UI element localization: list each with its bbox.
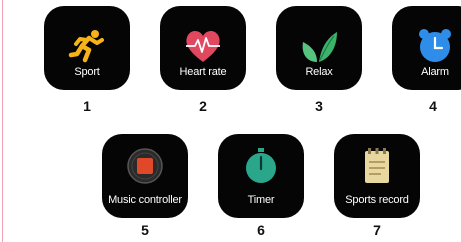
alarm-clock-icon [419, 29, 451, 62]
app-tile-music-controller[interactable]: Music controller [102, 134, 188, 218]
app-tile-timer[interactable]: Timer [218, 134, 304, 218]
app-tile-alarm[interactable]: Alarm [392, 6, 461, 90]
app-label: Heart rate [179, 66, 227, 78]
app-label: Timer [247, 194, 275, 206]
app-number: 3 [315, 98, 323, 114]
leaves-icon [302, 32, 337, 62]
app-tile-heart-rate[interactable]: Heart rate [160, 6, 246, 90]
app-label: Alarm [421, 66, 449, 78]
app-label: Music controller [108, 194, 182, 206]
app-number: 7 [373, 222, 381, 238]
notepad-icon [365, 148, 389, 183]
app-tile-relax[interactable]: Relax [276, 6, 362, 90]
stopwatch-icon [246, 148, 276, 183]
running-person-icon [68, 30, 104, 63]
app-label: Sports record [345, 194, 409, 206]
app-tile-sports-record[interactable]: Sports record [334, 134, 420, 218]
app-number: 1 [83, 98, 91, 114]
app-tile-sport[interactable]: Sport [44, 6, 130, 90]
app-number: 6 [257, 222, 265, 238]
app-label: Sport [74, 66, 100, 78]
app-number: 2 [199, 98, 207, 114]
music-disc-icon [127, 148, 163, 184]
page-margin-line [2, 0, 3, 242]
heart-ecg-icon [186, 30, 220, 62]
app-number: 5 [141, 222, 149, 238]
app-label: Relax [305, 66, 333, 78]
app-number: 4 [429, 98, 437, 114]
